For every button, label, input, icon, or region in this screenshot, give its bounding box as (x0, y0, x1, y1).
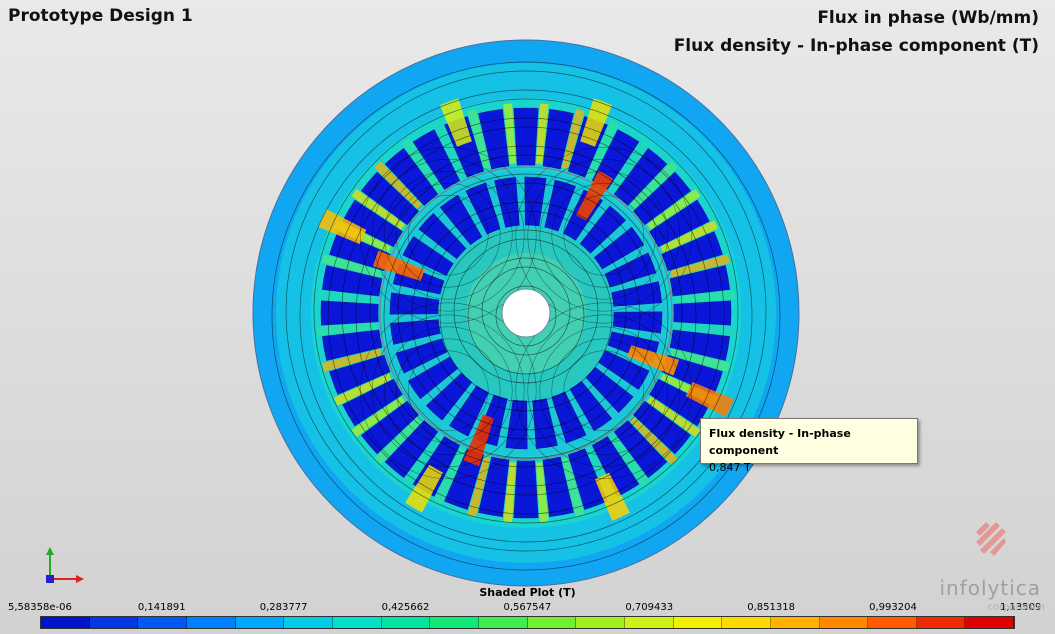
colorbar-band (673, 617, 723, 628)
colorbar-band (332, 617, 382, 628)
colorbar-band (284, 617, 333, 628)
colorbar-band (819, 617, 869, 628)
infolytica-logo-icon (972, 518, 1008, 562)
colorbar-band (41, 617, 90, 628)
plot-title-density: Flux density - In-phase component (T) (673, 36, 1039, 56)
legend-colorbar (40, 616, 1015, 629)
legend-tick-label: 0,141891 (137, 602, 186, 613)
probe-tooltip: Flux density - In-phase component 0,847 … (700, 418, 918, 474)
brand-sub: corporation (987, 602, 1045, 613)
legend-tick-label: 5,58358e-06 (8, 602, 72, 613)
colorbar-band (722, 617, 771, 628)
colorbar-band (235, 617, 285, 628)
colorbar-band (430, 617, 479, 628)
stator-slot (513, 107, 539, 166)
colorbar-band (89, 617, 139, 628)
stator-slot (513, 460, 539, 519)
colorbar-band (868, 617, 917, 628)
model-title: Prototype Design 1 (8, 6, 193, 26)
legend-title: Shaded Plot (T) (479, 586, 576, 599)
model-viewport[interactable] (0, 0, 1055, 600)
colorbar-band (478, 617, 528, 628)
legend-tick-label: 0,283777 (259, 602, 308, 613)
colorbar-band (770, 617, 820, 628)
axis-triad-icon (38, 545, 88, 591)
colorbar-band (624, 617, 674, 628)
colorbar-band (381, 617, 431, 628)
legend-tick-label: 0,709433 (625, 602, 674, 613)
colorbar-band (138, 617, 187, 628)
colorbar-band (186, 617, 236, 628)
legend-tick-label: 0,993204 (869, 602, 917, 613)
colorbar-band (916, 617, 966, 628)
legend-tick-label: 0,425662 (381, 602, 430, 613)
brand-name: infolytica (939, 576, 1041, 600)
legend-tick-label: 0,567547 (503, 602, 552, 613)
colorbar-band (576, 617, 625, 628)
tooltip-title: Flux density - In-phase component (709, 427, 851, 457)
motor-cross-section (252, 39, 800, 587)
tooltip-value: 0,847 T (709, 461, 751, 474)
legend-tick-label: 0,851318 (747, 602, 795, 613)
colorbar-band (527, 617, 577, 628)
shaft-hole (501, 288, 551, 338)
colorbar-band (965, 617, 1015, 628)
plot-title-flux: Flux in phase (Wb/mm) (817, 8, 1039, 28)
